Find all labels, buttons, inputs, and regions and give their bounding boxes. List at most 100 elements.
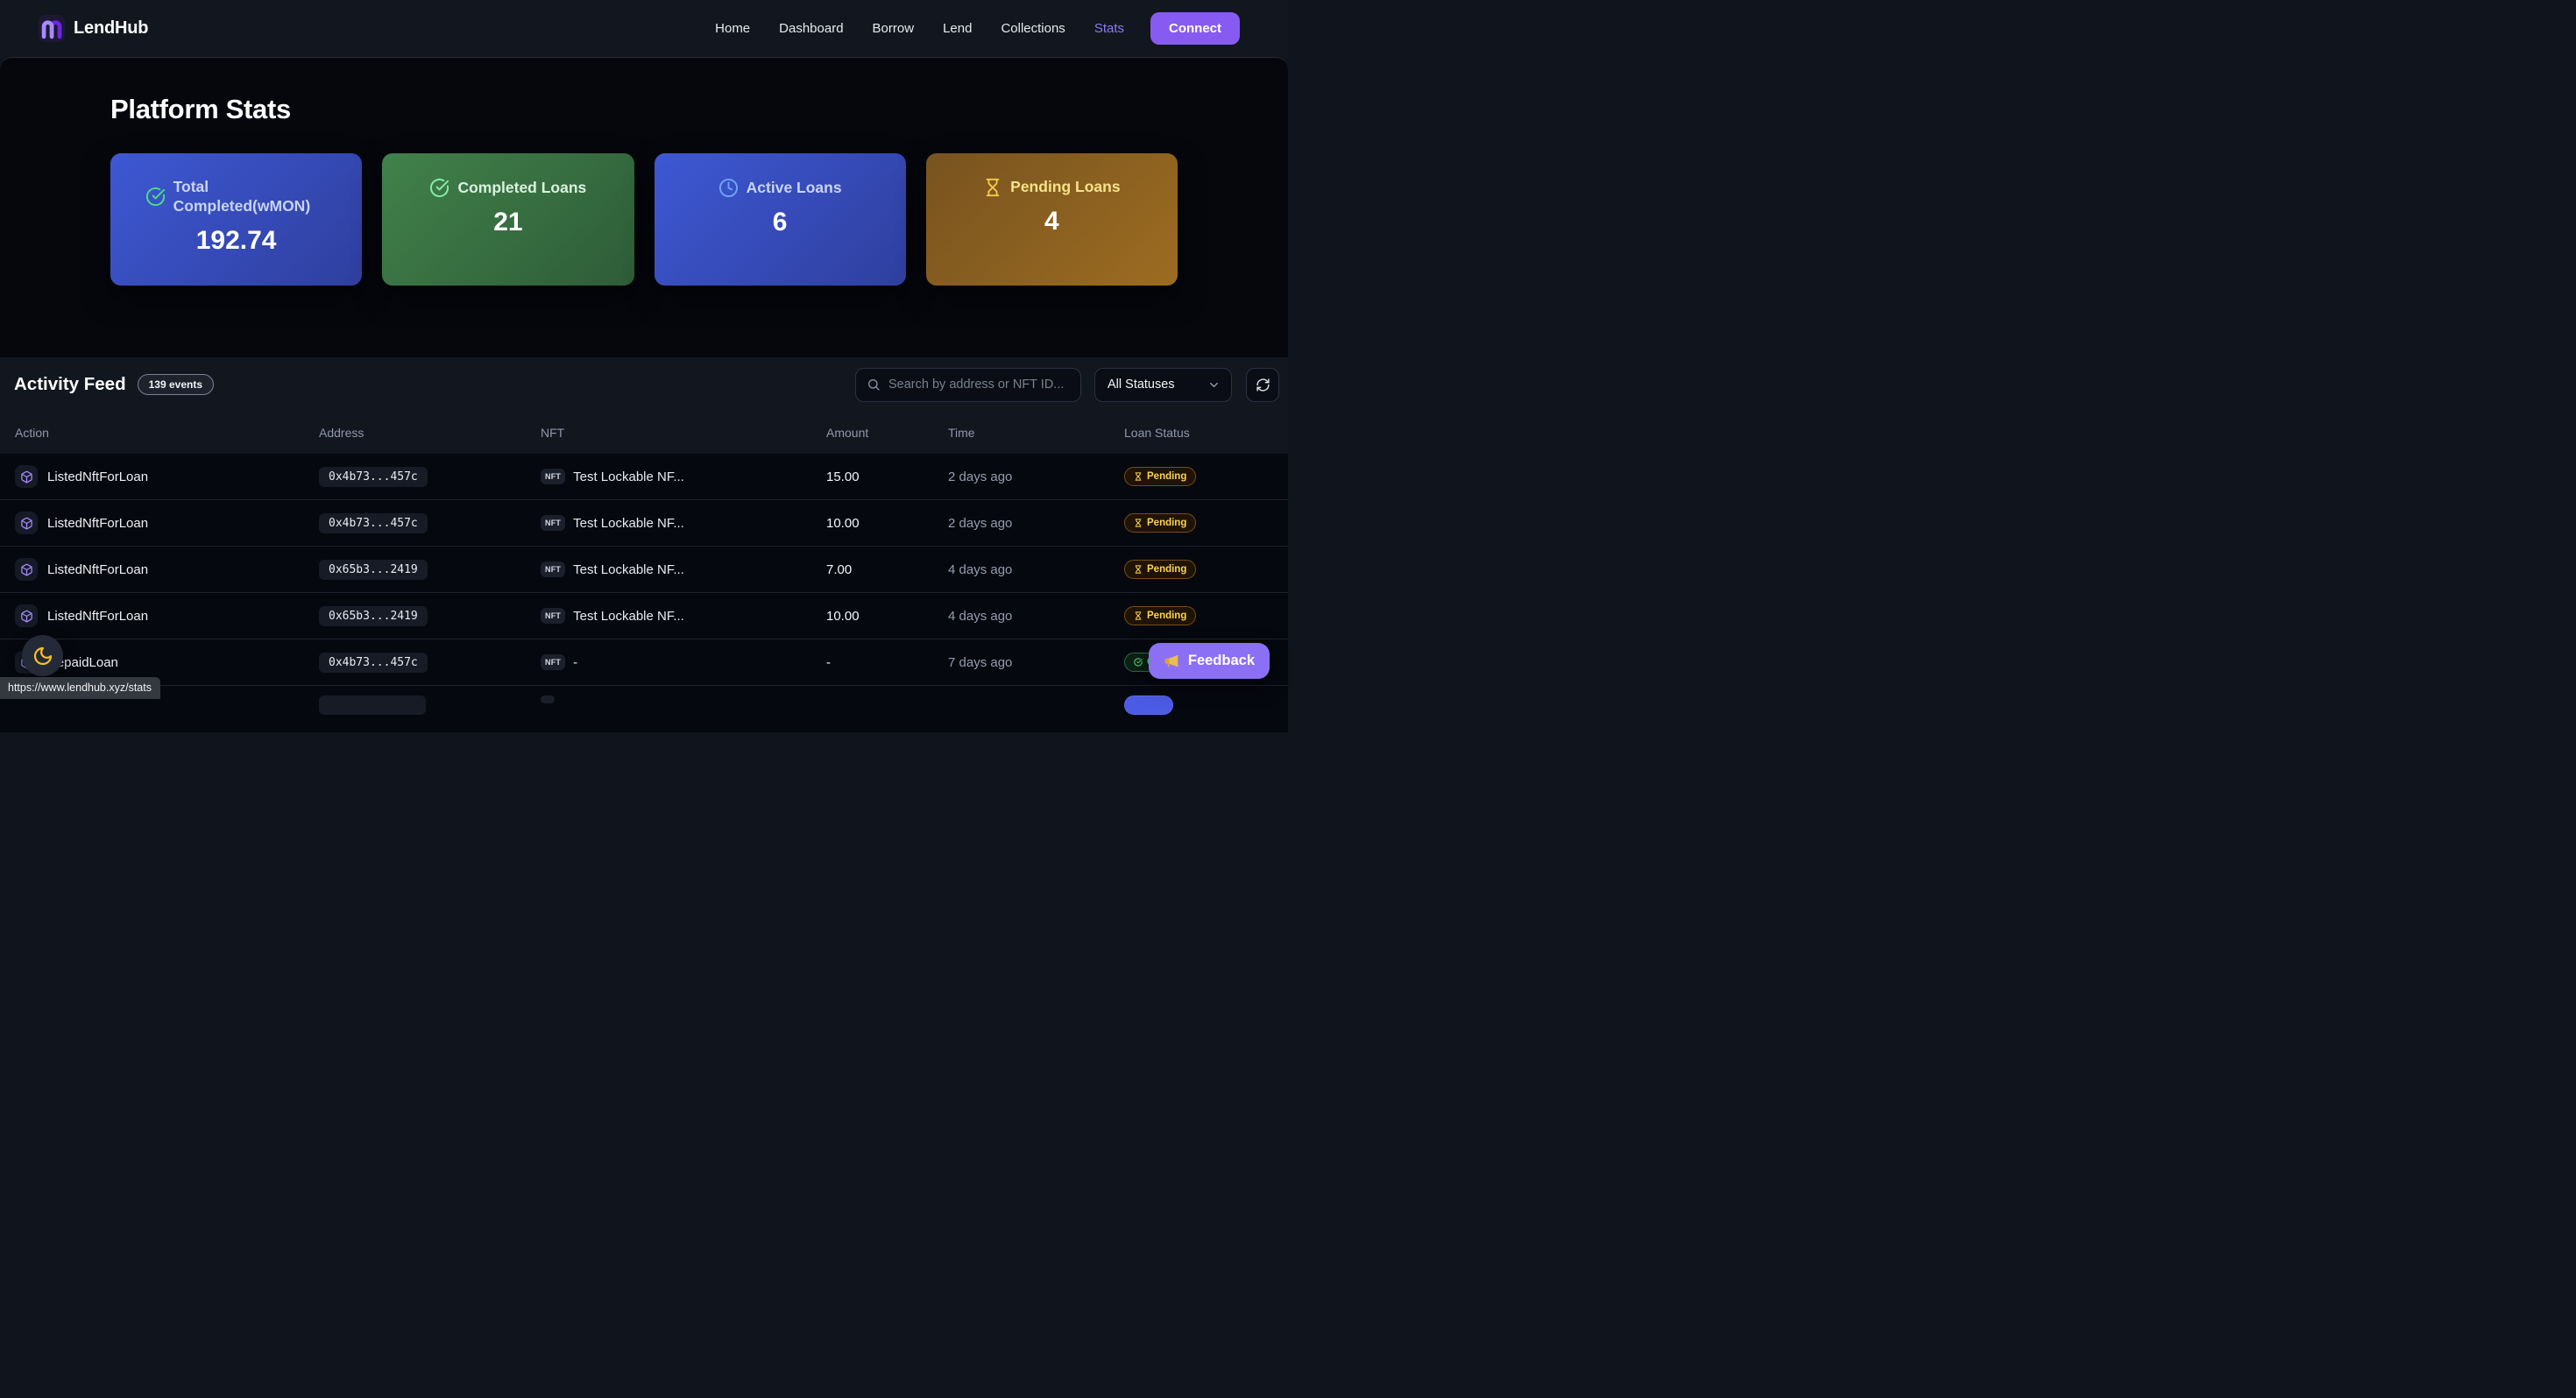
col-header-nft: NFT <box>541 426 826 440</box>
amount: 15.00 <box>826 470 948 484</box>
nav-links: Home Dashboard Borrow Lend Collections S… <box>715 21 1124 36</box>
hourglass-icon <box>983 178 1002 197</box>
nft-tag: NFT <box>541 561 565 577</box>
brand-name: LendHub <box>74 18 148 39</box>
hourglass-icon <box>1134 611 1143 620</box>
refresh-button[interactable] <box>1246 368 1279 402</box>
package-icon <box>15 465 38 488</box>
table-row: ListedNftForLoan 0x4b73...457c NFT Test … <box>0 454 1288 500</box>
hourglass-icon <box>1134 565 1143 574</box>
action-label: ListedNftForLoan <box>47 516 148 531</box>
stat-card-value: 6 <box>773 208 788 237</box>
amount: - <box>826 655 948 670</box>
package-icon <box>15 604 38 627</box>
col-header-loan-status: Loan Status <box>1124 426 1288 440</box>
action-label: ListedNftForLoan <box>47 562 148 577</box>
time: 4 days ago <box>948 609 1124 624</box>
nft-tag <box>541 695 555 703</box>
stat-card-label: Pending Loans <box>1010 178 1120 197</box>
stat-card-pending-loans: Pending Loans 4 <box>926 153 1178 286</box>
table-body: ListedNftForLoan 0x4b73...457c NFT Test … <box>0 454 1288 732</box>
lendhub-logo-icon <box>39 15 65 42</box>
address-chip: 0x65b3...2419 <box>319 606 428 626</box>
col-header-time: Time <box>948 426 1124 440</box>
nav-link-home[interactable]: Home <box>715 21 750 36</box>
col-header-address: Address <box>319 426 541 440</box>
address-chip: 0x65b3...2419 <box>319 560 428 580</box>
platform-stats-panel: Platform Stats Total Completed(wMON) 192… <box>0 57 1288 357</box>
table-row-partial <box>0 686 1288 732</box>
activity-controls: Activity Feed 139 events All Statuses <box>0 357 1288 412</box>
package-icon <box>15 558 38 581</box>
status-bar-url: https://www.lendhub.xyz/stats <box>0 677 160 699</box>
search-box[interactable] <box>855 368 1081 402</box>
table-row: ListedNftForLoan 0x65b3...2419 NFT Test … <box>0 547 1288 593</box>
amount: 7.00 <box>826 562 948 577</box>
activity-feed-title: Activity Feed <box>14 374 126 395</box>
table-row: ListedNftForLoan 0x65b3...2419 NFT Test … <box>0 593 1288 639</box>
stat-card-value: 192.74 <box>196 226 277 256</box>
status-badge-pending: Pending <box>1124 467 1196 486</box>
action-label: ListedNftForLoan <box>47 609 148 624</box>
nav-link-dashboard[interactable]: Dashboard <box>779 21 843 36</box>
status-badge-pending: Pending <box>1124 606 1196 625</box>
top-nav: LendHub Home Dashboard Borrow Lend Colle… <box>0 0 1288 57</box>
nav-link-collections[interactable]: Collections <box>1001 21 1065 36</box>
nav-link-borrow[interactable]: Borrow <box>873 21 915 36</box>
stat-card-label: Completed Loans <box>457 179 586 198</box>
action-label: ListedNftForLoan <box>47 470 148 484</box>
refresh-icon <box>1256 378 1270 392</box>
table-row: RepaidLoan 0x4b73...457c NFT - - 7 days … <box>0 639 1288 686</box>
nft-tag: NFT <box>541 469 565 484</box>
status-filter-value: All Statuses <box>1108 378 1175 392</box>
status-badge-pending: Pending <box>1124 560 1196 579</box>
stat-card-active-loans: Active Loans 6 <box>655 153 906 286</box>
page-title: Platform Stats <box>110 94 1178 125</box>
table-header: Action Address NFT Amount Time Loan Stat… <box>0 412 1288 454</box>
amount: 10.00 <box>826 516 948 531</box>
feedback-label: Feedback <box>1188 653 1255 669</box>
col-header-amount: Amount <box>826 426 948 440</box>
address-chip: 0x4b73...457c <box>319 467 428 487</box>
address-chip <box>319 695 426 715</box>
search-input[interactable] <box>888 378 1070 392</box>
stat-card-completed-loans: Completed Loans 21 <box>382 153 633 286</box>
hourglass-icon <box>1134 472 1143 481</box>
connect-wallet-button[interactable]: Connect <box>1150 12 1240 45</box>
time: 7 days ago <box>948 655 1124 670</box>
nft-name: Test Lockable NF... <box>573 609 684 624</box>
address-chip: 0x4b73...457c <box>319 653 428 673</box>
nav-link-lend[interactable]: Lend <box>943 21 972 36</box>
check-circle-icon <box>145 187 166 207</box>
hourglass-icon <box>1134 519 1143 527</box>
nft-tag: NFT <box>541 515 565 531</box>
stat-cards: Total Completed(wMON) 192.74 Completed L… <box>110 153 1178 286</box>
brand[interactable]: LendHub <box>39 15 148 42</box>
stat-card-label: Active Loans <box>747 179 842 198</box>
status-filter-select[interactable]: All Statuses <box>1094 368 1232 402</box>
package-icon <box>15 512 38 534</box>
nav-link-stats[interactable]: Stats <box>1094 21 1124 36</box>
stat-card-label: Total Completed(wMON) <box>173 178 328 216</box>
events-count-badge: 139 events <box>138 374 214 395</box>
stat-card-total-completed: Total Completed(wMON) 192.74 <box>110 153 362 286</box>
col-header-action: Action <box>15 426 319 440</box>
address-chip: 0x4b73...457c <box>319 513 428 533</box>
stat-card-value: 21 <box>493 208 522 237</box>
status-badge-active <box>1124 695 1173 715</box>
time: 2 days ago <box>948 470 1124 484</box>
feedback-button[interactable]: Feedback <box>1149 643 1270 679</box>
nft-name: - <box>573 655 577 670</box>
nft-name: Test Lockable NF... <box>573 562 684 577</box>
megaphone-icon <box>1164 653 1180 669</box>
clock-icon <box>718 178 739 198</box>
time: 4 days ago <box>948 562 1124 577</box>
search-icon <box>867 378 881 392</box>
status-badge-pending: Pending <box>1124 513 1196 533</box>
stat-card-value: 4 <box>1044 207 1059 237</box>
time: 2 days ago <box>948 516 1124 531</box>
check-circle-icon <box>1134 658 1143 667</box>
check-circle-icon <box>429 178 449 198</box>
amount: 10.00 <box>826 609 948 624</box>
theme-toggle-button[interactable] <box>22 635 63 676</box>
